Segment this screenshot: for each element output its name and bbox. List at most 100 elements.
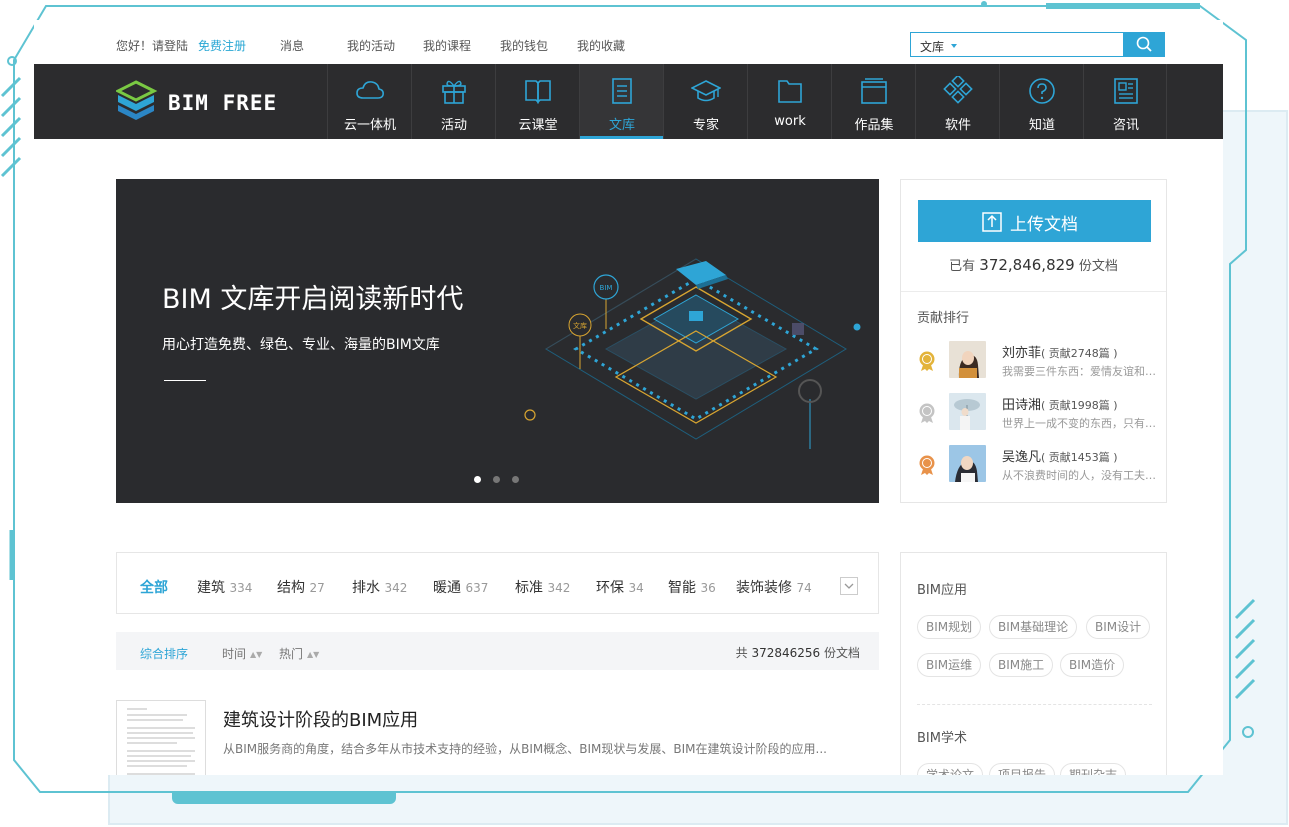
login-link[interactable]: 您好！请登陆 [116, 37, 188, 54]
upload-label: 上传文档 [1010, 215, 1078, 235]
upload-icon [982, 212, 1002, 232]
tag-journals[interactable]: 期刊杂志 [1060, 763, 1127, 775]
sort-arrows-icon: ▲▼ [250, 650, 263, 659]
document-description: 从BIM服务商的角度，结合多年从市技术支持的经验，从BIM概念、BIM现状与发展… [223, 742, 827, 756]
hero-banner[interactable]: BIM 文库开启阅读新时代 用心打造免费、绿色、专业、海量的BIM文库 BIM … [116, 179, 879, 503]
carousel-dot-1[interactable] [474, 476, 481, 483]
count-prefix: 已有 [949, 259, 976, 274]
avatar[interactable] [949, 341, 986, 378]
ranking-row[interactable]: 刘亦菲( 贡献2748篇 ) 我需要三件东西：爱情友谊和图书... [901, 341, 1166, 387]
nav-item-experts[interactable]: 专家 [663, 64, 747, 139]
document-count: 已有 372,846,829 份文档 [901, 255, 1166, 274]
nav-item-library[interactable]: 文库 [579, 64, 664, 139]
my-wallet-link[interactable]: 我的钱包 [500, 37, 548, 54]
bronze-medal-icon [919, 455, 935, 475]
nav-item-cloud[interactable]: 云一体机 [327, 64, 411, 139]
avatar[interactable] [949, 445, 986, 482]
nav-item-knowledge[interactable]: 知道 [999, 64, 1083, 139]
tag-bim-theory[interactable]: BIM基础理论 [989, 615, 1078, 639]
category-tab-drainage[interactable]: 排水 342 [352, 577, 407, 597]
upload-ranking-panel: 上传文档 已有 372,846,829 份文档 贡献排行 刘亦菲( 贡献2748… [900, 179, 1167, 503]
nav-label: 云课堂 [518, 118, 558, 133]
count-suffix: 份文档 [1078, 259, 1118, 274]
logo-text: BIM FREE [168, 91, 278, 115]
search-icon [1136, 36, 1152, 52]
search-scope-select[interactable]: 文库 [920, 38, 944, 55]
carousel-dot-3[interactable] [512, 476, 519, 483]
nav-label: 作品集 [854, 118, 894, 133]
contributor-name: 刘亦菲( 贡献2748篇 ) [1002, 346, 1118, 361]
search-input[interactable] [965, 35, 1115, 54]
divider [917, 704, 1152, 705]
category-tab-standards[interactable]: 标准 342 [515, 577, 570, 597]
document-icon [612, 78, 632, 104]
tag-academic-papers[interactable]: 学术论文 [917, 763, 984, 775]
category-tab-decoration[interactable]: 装饰装修 74 [736, 577, 812, 597]
search-button[interactable] [1123, 32, 1165, 57]
tag-bim-construction[interactable]: BIM施工 [989, 653, 1054, 677]
cloud-icon [356, 81, 384, 99]
nav-item-activities[interactable]: 活动 [411, 64, 495, 139]
chevron-down-icon [844, 583, 854, 589]
document-title[interactable]: 建筑设计阶段的BIM应用 [223, 706, 418, 732]
gold-medal-icon [919, 351, 935, 371]
main-nav: BIM FREE 云一体机 活动 云课堂 文库 专家 work 作品集 软件 知… [34, 64, 1223, 139]
nav-label: 活动 [440, 118, 467, 133]
tag-bim-design[interactable]: BIM设计 [1086, 615, 1151, 639]
divider [901, 291, 1166, 292]
nav-item-cloud-classroom[interactable]: 云课堂 [495, 64, 579, 139]
ranking-row[interactable]: 田诗湘( 贡献1998篇 ) 世界上一成不变的东西，只有“任... [901, 393, 1166, 439]
diamond-grid-icon [943, 76, 973, 104]
nav-label: 咨讯 [1112, 118, 1139, 133]
bim-free-logo[interactable]: BIM FREE [114, 80, 276, 122]
search-box: 文库 [910, 32, 1165, 57]
ranking-row[interactable]: 吴逸凡( 贡献1453篇 ) 从不浪费时间的人，没有工夫抱怨... [901, 445, 1166, 491]
isometric-library-illustration: BIM 文库 [524, 258, 861, 449]
tag-bim-planning[interactable]: BIM规划 [917, 615, 982, 639]
top-link-bar: 您好！请登陆 免费注册 消息 我的活动 我的课程 我的钱包 我的收藏 文库 [34, 20, 1223, 64]
category-tab-architecture[interactable]: 建筑 334 [197, 577, 252, 597]
newspaper-icon [1114, 78, 1138, 104]
count-number: 372,846,829 [979, 256, 1075, 274]
sort-arrows-icon: ▲▼ [307, 650, 320, 659]
contributor-motto: 世界上一成不变的东西，只有“任... [1002, 417, 1157, 430]
tag-project-reports[interactable]: 项目报告 [989, 763, 1056, 775]
tag-bim-cost[interactable]: BIM造价 [1060, 653, 1125, 677]
document-thumbnail[interactable] [116, 700, 206, 775]
nav-item-work[interactable]: work [747, 64, 831, 139]
contributor-motto: 从不浪费时间的人，没有工夫抱怨... [1002, 469, 1157, 482]
folder-icon [778, 80, 802, 103]
category-tab-structure[interactable]: 结构 27 [277, 577, 325, 597]
category-tab-all[interactable]: 全部 [140, 577, 168, 597]
nav-item-software[interactable]: 软件 [915, 64, 999, 139]
register-link[interactable]: 免费注册 [198, 37, 246, 54]
tag-bim-operation[interactable]: BIM运维 [917, 653, 982, 677]
nav-item-portfolio[interactable]: 作品集 [831, 64, 915, 139]
sort-time[interactable]: 时间 ▲▼ [222, 645, 262, 662]
avatar[interactable] [949, 393, 986, 430]
carousel-dot-2[interactable] [493, 476, 500, 483]
my-favorites-link[interactable]: 我的收藏 [577, 37, 625, 54]
expand-categories-button[interactable] [840, 577, 858, 595]
sort-popular[interactable]: 热门 ▲▼ [279, 645, 319, 662]
portfolio-icon [861, 78, 887, 104]
sort-comprehensive[interactable]: 综合排序 [140, 645, 188, 662]
category-tab-hvac[interactable]: 暖通 637 [433, 577, 488, 597]
ranking-title: 贡献排行 [917, 311, 970, 326]
my-activities-link[interactable]: 我的活动 [347, 37, 395, 54]
upload-document-button[interactable]: 上传文档 [918, 200, 1151, 242]
document-item[interactable]: 建筑设计阶段的BIM应用 从BIM服务商的角度，结合多年从市技术支持的经验，从B… [116, 700, 879, 775]
messages-link[interactable]: 消息 [280, 37, 304, 54]
caret-down-icon[interactable] [951, 44, 957, 48]
nav-label: 知道 [1028, 118, 1055, 133]
banner-title: BIM 文库开启阅读新时代 [162, 284, 464, 315]
nav-label: 软件 [944, 118, 971, 133]
wenku-badge-text: 文库 [573, 321, 587, 330]
my-courses-link[interactable]: 我的课程 [423, 37, 471, 54]
category-tab-intelligent[interactable]: 智能 36 [668, 577, 716, 597]
nav-label: 专家 [692, 118, 719, 133]
nav-label: 文库 [608, 118, 635, 133]
nav-item-news[interactable]: 咨讯 [1083, 64, 1167, 139]
nav-label: 云一体机 [343, 118, 396, 133]
category-tab-environment[interactable]: 环保 34 [596, 577, 644, 597]
